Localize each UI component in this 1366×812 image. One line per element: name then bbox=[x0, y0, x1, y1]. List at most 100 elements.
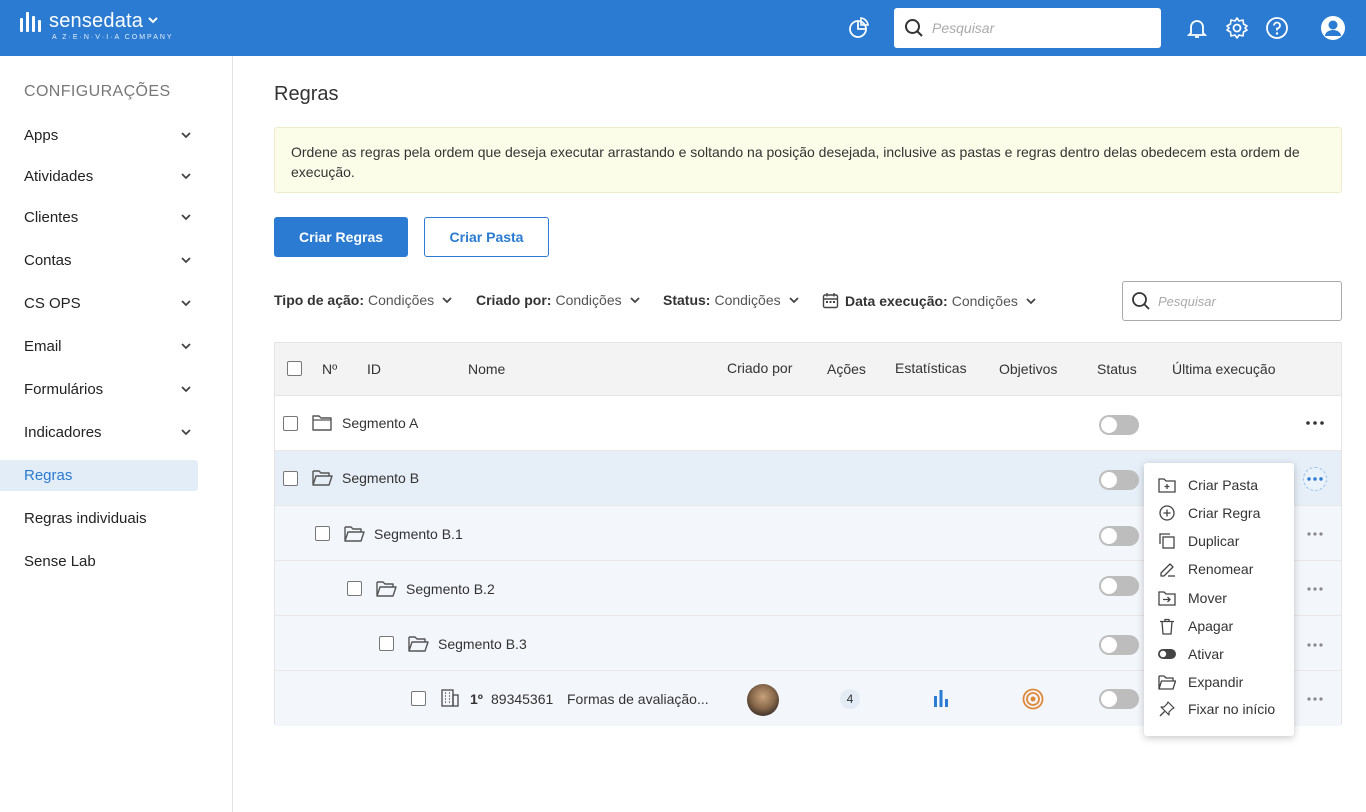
brand-logo[interactable]: sensedata A Z·E·N·V·I·A COMPANY bbox=[20, 10, 172, 41]
create-rules-button[interactable]: Criar Regras bbox=[274, 217, 408, 257]
sidebar-item-email[interactable]: Email bbox=[0, 331, 198, 362]
help-icon[interactable] bbox=[1264, 15, 1290, 41]
status-toggle[interactable] bbox=[1099, 470, 1139, 490]
header-stats[interactable]: Estatísticas bbox=[895, 360, 967, 376]
header-last-run[interactable]: Última execução bbox=[1172, 361, 1276, 377]
bell-icon[interactable] bbox=[1184, 15, 1210, 41]
row-checkbox[interactable] bbox=[347, 581, 362, 596]
chevron-down-icon bbox=[788, 297, 799, 304]
status-toggle[interactable] bbox=[1099, 526, 1139, 546]
chevron-down-icon bbox=[181, 429, 191, 436]
header-status[interactable]: Status bbox=[1097, 361, 1137, 377]
sidebar: CONFIGURAÇÕES Apps Atividades Clientes C… bbox=[0, 56, 233, 812]
chevron-down-icon bbox=[442, 297, 452, 304]
more-options-icon[interactable] bbox=[1303, 577, 1327, 601]
row-checkbox[interactable] bbox=[283, 416, 298, 431]
status-toggle[interactable] bbox=[1099, 576, 1139, 596]
page-title: Regras bbox=[274, 83, 339, 105]
search-icon bbox=[905, 19, 923, 37]
rules-search-box[interactable] bbox=[1122, 281, 1342, 321]
more-options-icon[interactable] bbox=[1303, 467, 1327, 491]
filter-status[interactable]: Status: Condições bbox=[663, 292, 800, 308]
header-num[interactable]: Nº bbox=[322, 361, 337, 377]
sidebar-item-regras-individuais[interactable]: Regras individuais bbox=[0, 503, 198, 534]
header-id[interactable]: ID bbox=[367, 361, 381, 377]
rules-search-input[interactable] bbox=[1158, 293, 1333, 309]
filter-action-type[interactable]: Tipo de ação: Condições bbox=[274, 292, 453, 308]
select-all-checkbox[interactable] bbox=[287, 361, 302, 376]
menu-item-move[interactable]: Mover bbox=[1144, 584, 1294, 612]
row-checkbox[interactable] bbox=[411, 691, 426, 706]
menu-item-label: Duplicar bbox=[1188, 533, 1240, 549]
menu-item-create-folder[interactable]: Criar Pasta bbox=[1144, 471, 1294, 499]
toggle-icon bbox=[1158, 645, 1176, 663]
filter-execution-date[interactable]: Data execução: Condições bbox=[822, 292, 1037, 309]
plus-circle-icon bbox=[1158, 504, 1176, 522]
header-actions[interactable]: Ações bbox=[827, 361, 866, 377]
row-id: 89345361 bbox=[491, 691, 554, 707]
sidebar-item-indicadores[interactable]: Indicadores bbox=[0, 417, 198, 448]
header-created-by[interactable]: Criado por bbox=[727, 360, 792, 376]
more-options-icon[interactable] bbox=[1303, 522, 1327, 546]
folder-open-icon bbox=[376, 581, 397, 597]
filter-value: Condições bbox=[555, 292, 622, 308]
row-checkbox[interactable] bbox=[283, 471, 298, 486]
menu-item-activate[interactable]: Ativar bbox=[1144, 640, 1294, 668]
menu-item-expand[interactable]: Expandir bbox=[1144, 668, 1294, 696]
sidebar-item-contas[interactable]: Contas bbox=[0, 245, 198, 276]
sidebar-item-regras[interactable]: Regras bbox=[0, 460, 198, 491]
actions-count-badge: 4 bbox=[840, 689, 860, 709]
more-options-icon[interactable] bbox=[1303, 687, 1327, 711]
chevron-down-icon bbox=[181, 343, 191, 350]
sidebar-item-clientes[interactable]: Clientes bbox=[0, 202, 198, 233]
sidebar-item-cs-ops[interactable]: CS OPS bbox=[0, 288, 198, 319]
gear-icon[interactable] bbox=[1224, 15, 1250, 41]
menu-item-pin[interactable]: Fixar no início bbox=[1144, 695, 1294, 723]
sidebar-item-apps[interactable]: Apps bbox=[0, 120, 198, 151]
sidebar-item-atividades[interactable]: Atividades bbox=[0, 161, 198, 192]
menu-item-create-rule[interactable]: Criar Regra bbox=[1144, 499, 1294, 527]
folder-open-icon bbox=[408, 636, 429, 652]
filter-value: Condições bbox=[714, 292, 781, 308]
menu-item-label: Apagar bbox=[1188, 618, 1234, 634]
row-name: Segmento B.1 bbox=[374, 526, 463, 542]
sidebar-item-label: Regras bbox=[24, 467, 73, 484]
folder-icon bbox=[312, 415, 332, 431]
header-name[interactable]: Nome bbox=[468, 361, 505, 377]
status-toggle[interactable] bbox=[1099, 689, 1139, 709]
menu-item-duplicate[interactable]: Duplicar bbox=[1144, 527, 1294, 555]
row-name: Segmento A bbox=[342, 415, 419, 431]
header-goals[interactable]: Objetivos bbox=[999, 361, 1057, 377]
calendar-icon bbox=[822, 293, 839, 309]
status-toggle[interactable] bbox=[1099, 415, 1139, 435]
status-toggle[interactable] bbox=[1099, 635, 1139, 655]
menu-item-delete[interactable]: Apagar bbox=[1144, 612, 1294, 640]
stats-chart-icon[interactable] bbox=[933, 689, 949, 707]
top-search-box[interactable] bbox=[894, 8, 1161, 48]
user-icon[interactable] bbox=[1320, 15, 1346, 41]
row-name: Segmento B.2 bbox=[406, 581, 495, 597]
more-options-icon[interactable] bbox=[1303, 411, 1327, 435]
filter-created-by[interactable]: Criado por: Condições bbox=[476, 292, 641, 308]
sidebar-item-formularios[interactable]: Formulários bbox=[0, 374, 198, 405]
chevron-down-icon bbox=[629, 297, 640, 304]
duplicate-icon bbox=[1158, 532, 1176, 550]
logo-bars-icon bbox=[20, 12, 41, 32]
filter-value: Condições bbox=[951, 292, 1018, 309]
target-icon[interactable] bbox=[1022, 688, 1044, 710]
menu-item-rename[interactable]: Renomear bbox=[1144, 555, 1294, 583]
row-checkbox[interactable] bbox=[315, 526, 330, 541]
menu-item-label: Criar Regra bbox=[1188, 505, 1261, 521]
folder-move-icon bbox=[1158, 589, 1176, 607]
dashboard-icon[interactable] bbox=[845, 15, 871, 41]
sidebar-item-sense-lab[interactable]: Sense Lab bbox=[0, 546, 198, 577]
table-header: Nº ID Nome Criado por Ações Estatísticas… bbox=[275, 343, 1341, 396]
more-options-icon[interactable] bbox=[1303, 633, 1327, 657]
row-checkbox[interactable] bbox=[379, 636, 394, 651]
create-folder-button[interactable]: Criar Pasta bbox=[424, 217, 549, 257]
info-banner: Ordene as regras pela ordem que deseja e… bbox=[274, 127, 1342, 193]
table-row[interactable]: Segmento A bbox=[275, 396, 1341, 451]
sidebar-item-label: Clientes bbox=[24, 209, 79, 226]
top-search-input[interactable] bbox=[932, 20, 1142, 36]
trash-icon bbox=[1158, 617, 1176, 635]
